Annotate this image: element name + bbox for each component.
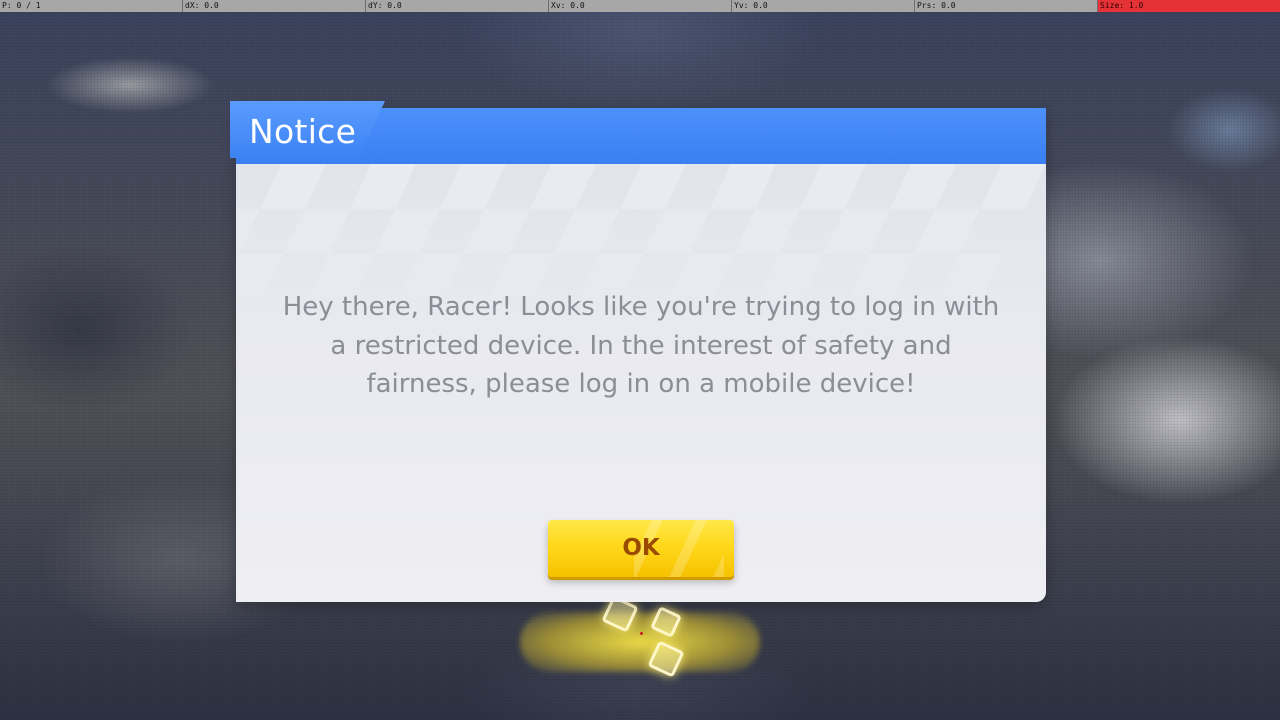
debug-delta-x: dX: 0.0 <box>183 0 366 12</box>
debug-velocity-y: Yv: 0.0 <box>732 0 915 12</box>
debug-pressure: Prs: 0.0 <box>915 0 1098 12</box>
debug-velocity-x: Xv: 0.0 <box>549 0 732 12</box>
debug-delta-y: dY: 0.0 <box>366 0 549 12</box>
pointer-debug-overlay: P: 0 / 1 dX: 0.0 dY: 0.0 Xv: 0.0 Yv: 0.0… <box>0 0 1280 12</box>
touch-indicator-dot <box>640 632 643 635</box>
debug-pointer-count: P: 0 / 1 <box>0 0 183 12</box>
debug-size: Size: 1.0 <box>1098 0 1280 12</box>
dialog-message: Hey there, Racer! Looks like you're tryi… <box>282 292 1000 399</box>
ok-button[interactable]: OK <box>548 520 734 577</box>
button-glow-effect <box>520 612 760 672</box>
ok-button-label: OK <box>622 535 660 561</box>
dialog-title: Notice <box>249 112 357 151</box>
